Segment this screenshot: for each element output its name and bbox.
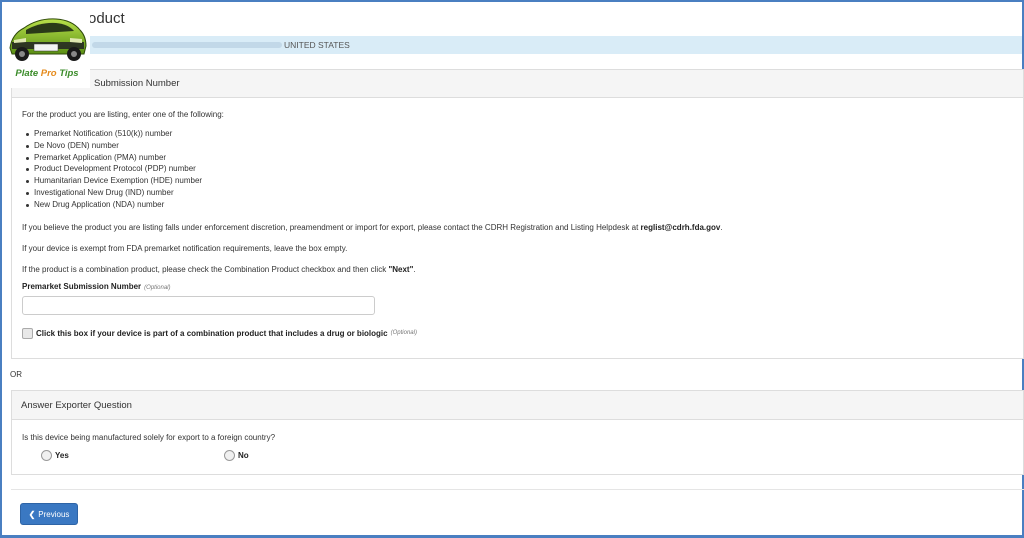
no-label: No [238,451,249,460]
exporter-panel-heading: Answer Exporter Question [12,391,1023,420]
list-item: Investigational New Drug (IND) number [26,187,1013,199]
logo-text: Plate Pro Tips [15,68,79,79]
helpdesk-email-link[interactable]: reglist@cdrh.fda.gov [641,223,721,232]
country-label: UNITED STATES [284,40,350,50]
list-item: Premarket Application (PMA) number [26,152,1013,164]
car-logo-icon [9,18,87,61]
plate-pro-tips-logo: Plate Pro Tips [4,4,90,88]
yes-label: Yes [55,451,69,460]
list-item: Premarket Notification (510(k)) number [26,128,1013,140]
no-option[interactable]: No [224,450,249,461]
helpdesk-paragraph: If you believe the product you are listi… [22,222,723,232]
yes-radio[interactable] [41,450,52,461]
export-question: Is this device being manufactured solely… [22,433,276,442]
redacted-address [92,42,282,48]
previous-label: Previous [38,509,70,519]
combination-product-row: Click this box if your device is part of… [22,327,1013,339]
submission-type-list: Premarket Notification (510(k)) number D… [26,128,1013,211]
footer-divider [11,489,1024,490]
chevron-left-icon: ❮ [28,509,36,519]
or-separator: OR [10,370,22,379]
combination-product-label: Click this box if your device is part of… [36,328,388,338]
combination-product-checkbox[interactable] [22,327,33,339]
no-radio[interactable] [224,450,235,461]
optional-tag: (Optional) [390,330,417,337]
exporter-question-panel: Answer Exporter Question Is this device … [11,390,1024,475]
list-item: Humanitarian Device Exemption (HDE) numb… [26,175,1013,187]
list-item: New Drug Application (NDA) number [26,199,1013,211]
list-item: Product Development Protocol (PDP) numbe… [26,163,1013,175]
address-bar: UNITED STATES [62,36,1022,54]
combination-paragraph: If the product is a combination product,… [22,264,416,274]
premarket-panel-heading: Submission Number [12,70,1023,98]
page-title: oduct [88,10,125,27]
premarket-number-input[interactable] [22,295,375,315]
previous-button[interactable]: ❮ Previous [20,503,78,525]
yes-option[interactable]: Yes [41,450,69,461]
premarket-submission-panel: Submission Number For the product you ar… [11,69,1024,359]
export-answer-group: Yes No [22,450,1013,464]
list-item: De Novo (DEN) number [26,140,1013,152]
premarket-number-label: Premarket Submission Number (Optional) [22,281,171,291]
intro-text: For the product you are listing, enter o… [22,110,224,119]
exempt-paragraph: If your device is exempt from FDA premar… [22,243,348,253]
